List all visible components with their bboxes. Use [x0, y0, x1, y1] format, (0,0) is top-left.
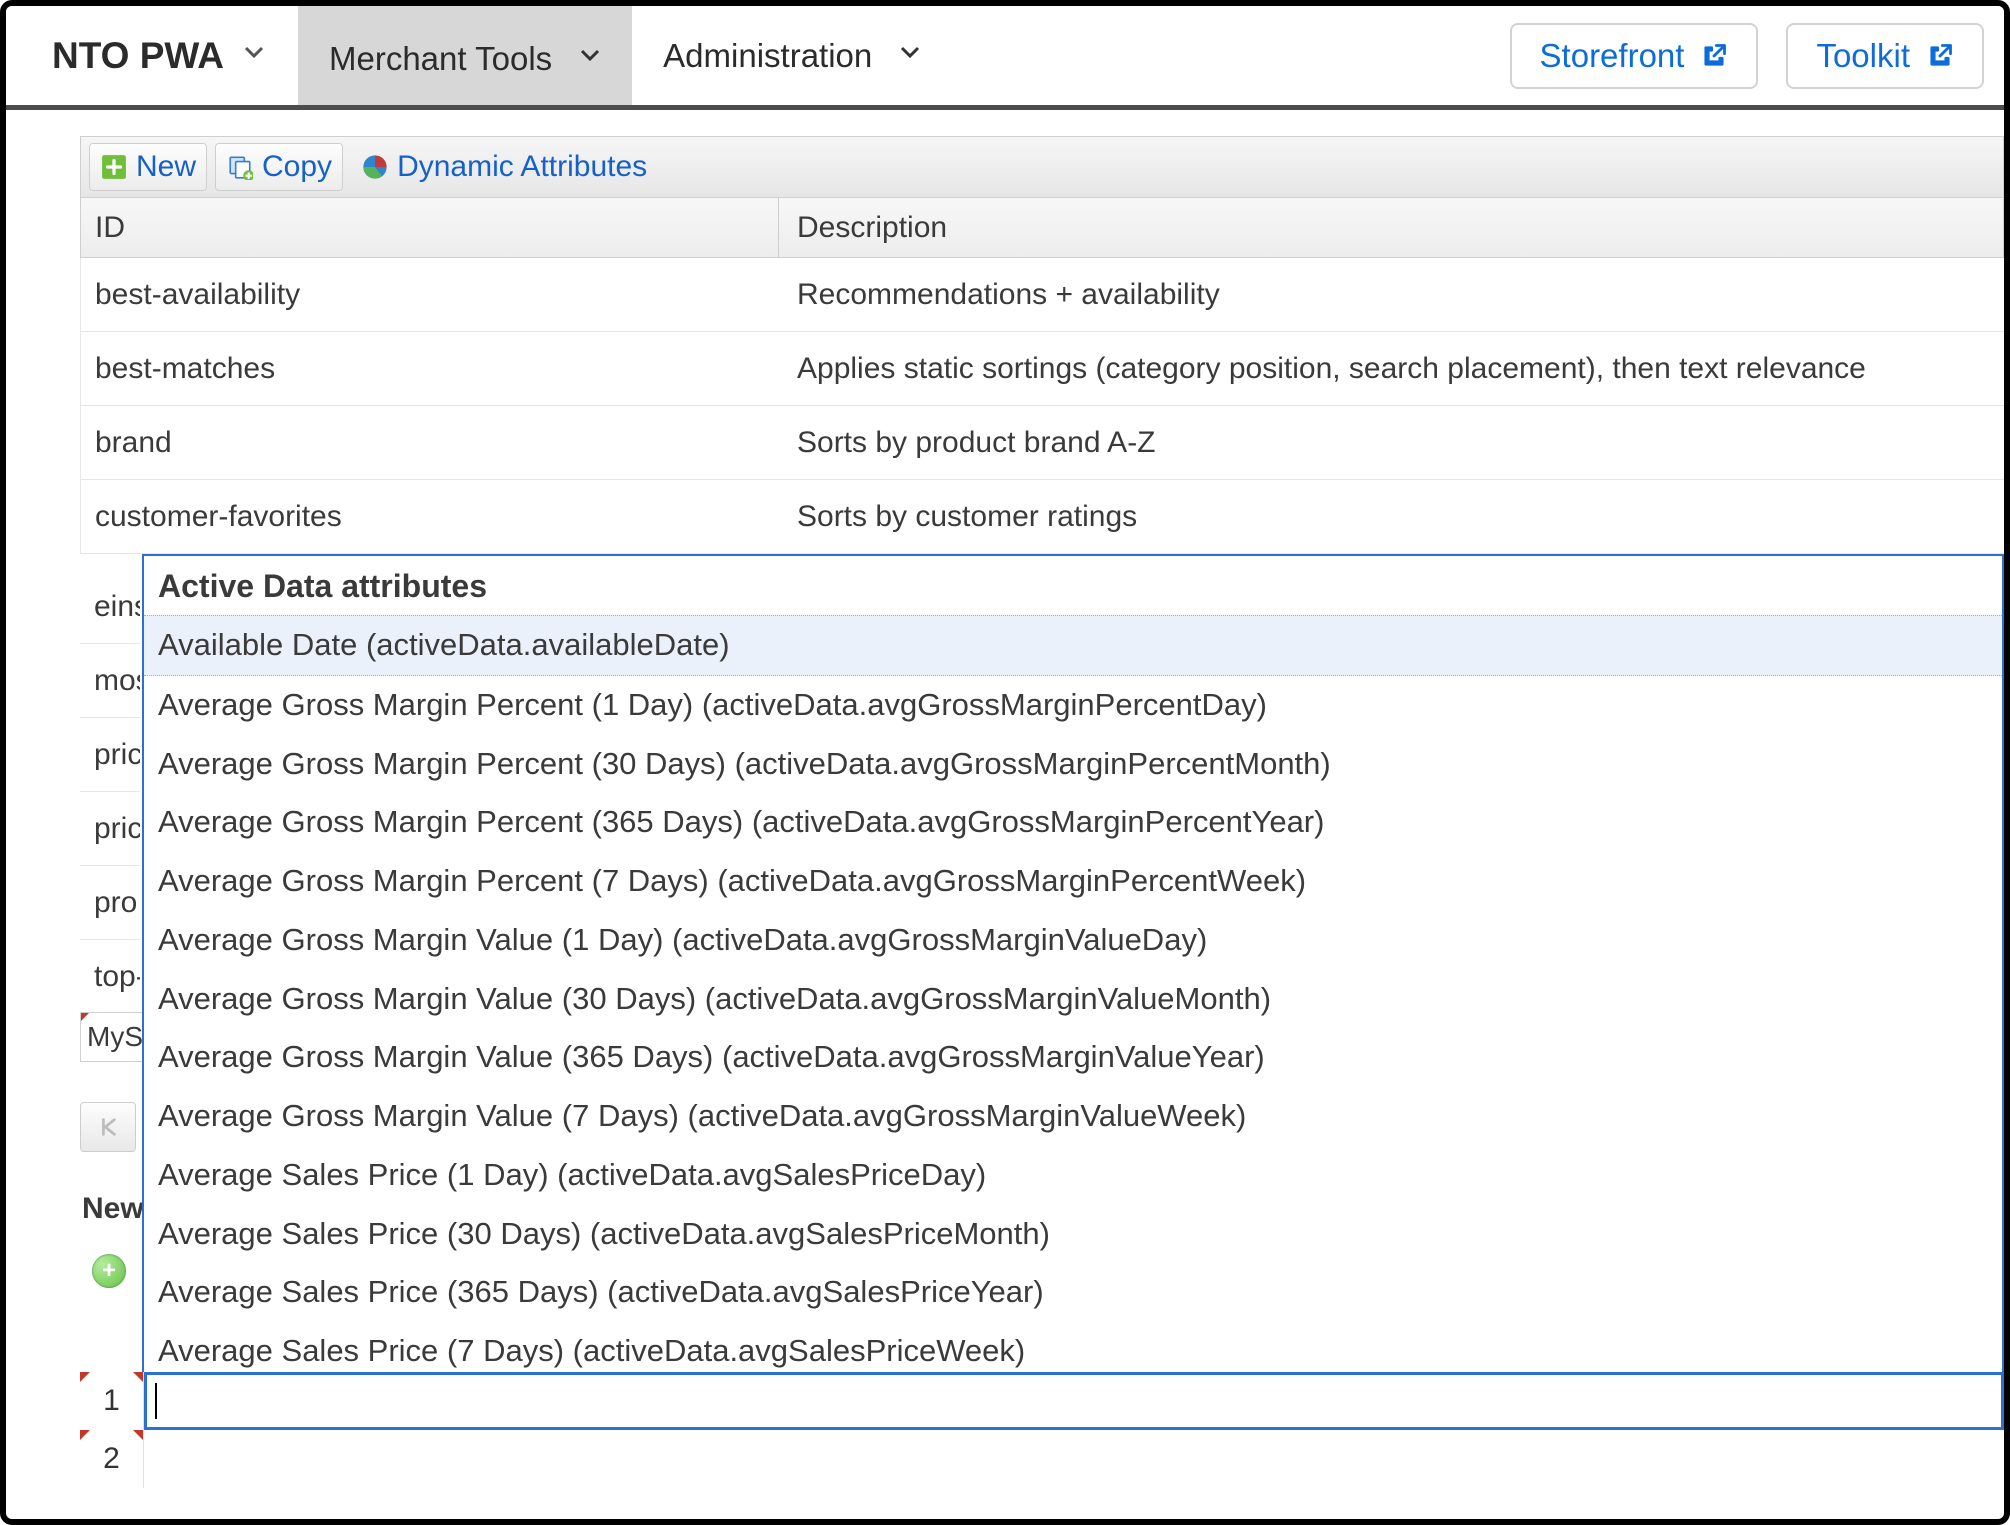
tab-label: Administration: [663, 37, 872, 75]
partial-cell: top-: [80, 940, 140, 1014]
autocomplete-option[interactable]: Available Date (activeData.availableDate…: [144, 615, 2002, 676]
line-number: 1: [80, 1372, 144, 1430]
autocomplete-option[interactable]: Average Gross Margin Value (30 Days) (ac…: [144, 970, 2002, 1029]
autocomplete-option[interactable]: Average Gross Margin Value (7 Days) (act…: [144, 1087, 2002, 1146]
top-nav: NTO PWA Merchant Tools Administration St…: [6, 6, 2004, 110]
tab-label: Merchant Tools: [329, 40, 552, 78]
autocomplete-option[interactable]: Average Sales Price (365 Days) (activeDa…: [144, 1263, 2002, 1322]
rule-editor: 1 2: [80, 1372, 2004, 1488]
link-label: Storefront: [1540, 37, 1685, 75]
cell-id: customer-favorites: [81, 500, 779, 534]
add-row-button[interactable]: +: [92, 1254, 126, 1288]
rule-expression-empty-line[interactable]: [144, 1430, 2004, 1488]
autocomplete-option[interactable]: Average Sales Price (30 Days) (activeDat…: [144, 1205, 2002, 1264]
cell-id: best-availability: [81, 278, 779, 312]
chevron-down-icon: [898, 40, 922, 71]
link-label: Toolkit: [1816, 37, 1910, 75]
dynamic-attributes-button[interactable]: Dynamic Attributes: [351, 143, 657, 191]
chevron-down-icon: [578, 43, 602, 74]
autocomplete-option[interactable]: Average Gross Margin Percent (365 Days) …: [144, 793, 2002, 852]
autocomplete-option[interactable]: Average Sales Price (7 Days) (activeData…: [144, 1322, 2002, 1374]
plus-icon: +: [102, 1257, 116, 1285]
autocomplete-option[interactable]: Average Gross Margin Percent (1 Day) (ac…: [144, 676, 2002, 735]
grid-header-row: ID Description: [80, 198, 2004, 258]
button-label: Copy: [262, 150, 332, 184]
toolkit-link[interactable]: Toolkit: [1786, 23, 1984, 89]
editing-row-label: MyS: [87, 1021, 143, 1053]
storefront-link[interactable]: Storefront: [1510, 23, 1759, 89]
cell-description: Sorts by product brand A-Z: [779, 426, 2004, 460]
autocomplete-option[interactable]: Average Gross Margin Percent (7 Days) (a…: [144, 852, 2002, 911]
chevron-down-icon: [242, 40, 266, 71]
partial-cell: pric: [80, 718, 140, 792]
external-link-icon: [1700, 42, 1728, 70]
table-row[interactable]: best-availability Recommendations + avai…: [80, 258, 2004, 332]
cell-description: Recommendations + availability: [779, 278, 2004, 312]
autocomplete-popup: Active Data attributes Available Date (a…: [142, 554, 2004, 1374]
partial-cell: pro: [80, 866, 140, 940]
new-rule-label: New: [80, 1192, 144, 1226]
column-header-id[interactable]: ID: [81, 198, 779, 257]
plus-icon: [100, 153, 128, 181]
button-label: Dynamic Attributes: [397, 150, 647, 184]
partial-cell: pric: [80, 792, 140, 866]
site-selector[interactable]: NTO PWA: [52, 6, 298, 105]
editing-row-indicator[interactable]: MyS: [80, 1012, 144, 1062]
pie-chart-icon: [361, 153, 389, 181]
cell-id: best-matches: [81, 352, 779, 386]
button-label: New: [136, 150, 196, 184]
column-header-description[interactable]: Description: [779, 211, 2003, 245]
tab-merchant-tools[interactable]: Merchant Tools: [298, 0, 632, 105]
table-row[interactable]: customer-favorites Sorts by customer rat…: [80, 480, 2004, 554]
table-row[interactable]: brand Sorts by product brand A-Z: [80, 406, 2004, 480]
line-number: 2: [80, 1430, 144, 1488]
text-caret: [155, 1383, 157, 1419]
partial-cell: mos: [80, 644, 140, 718]
autocomplete-group-header: Active Data attributes: [144, 556, 2002, 615]
cell-description: Sorts by customer ratings: [779, 500, 2004, 534]
tab-administration[interactable]: Administration: [632, 6, 952, 105]
new-button[interactable]: New: [89, 143, 207, 191]
grid-toolbar: New Copy Dynamic Attributes: [80, 136, 2004, 198]
copy-icon: [226, 153, 254, 181]
table-row[interactable]: best-matches Applies static sortings (ca…: [80, 332, 2004, 406]
partial-cell: eins: [80, 570, 140, 644]
external-link-icon: [1926, 42, 1954, 70]
site-title: NTO PWA: [52, 35, 224, 77]
autocomplete-option[interactable]: Average Gross Margin Value (1 Day) (acti…: [144, 911, 2002, 970]
cell-description: Applies static sortings (category positi…: [779, 352, 2004, 386]
copy-button[interactable]: Copy: [215, 143, 343, 191]
pager-first-button[interactable]: [80, 1102, 136, 1152]
autocomplete-option[interactable]: Average Sales Price (1 Day) (activeData.…: [144, 1146, 2002, 1205]
autocomplete-option[interactable]: Average Gross Margin Value (365 Days) (a…: [144, 1028, 2002, 1087]
pager-first-icon: [97, 1116, 119, 1138]
autocomplete-option[interactable]: Average Gross Margin Percent (30 Days) (…: [144, 735, 2002, 794]
rule-expression-input[interactable]: [144, 1372, 2004, 1430]
partial-rows: eins mos pric pric pro top-: [80, 570, 140, 1014]
cell-id: brand: [81, 426, 779, 460]
